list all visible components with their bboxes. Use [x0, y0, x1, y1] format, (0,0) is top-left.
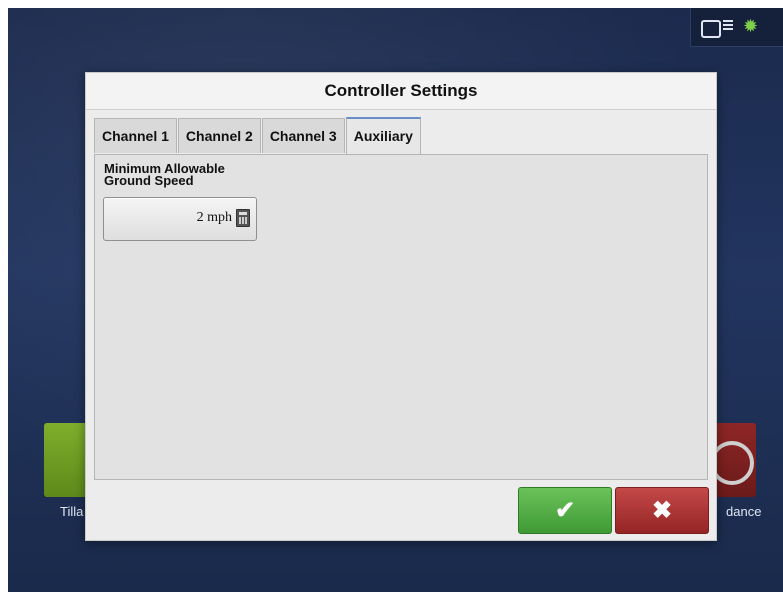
close-icon: ✖	[651, 497, 673, 524]
min-ground-speed-value: 2 mph	[196, 210, 232, 225]
dialog-title: Controller Settings	[86, 73, 716, 110]
tab-bar: Channel 1 Channel 2 Channel 3 Auxiliary	[94, 117, 422, 155]
gps-status-icon	[701, 20, 721, 38]
status-area[interactable]: ✹	[690, 8, 783, 47]
tillage-app-label: Tilla	[60, 504, 84, 519]
calculator-icon	[236, 209, 250, 227]
tab-channel-1[interactable]: Channel 1	[94, 118, 177, 153]
auxiliary-panel: Minimum Allowable Ground Speed 2 mph	[94, 154, 708, 480]
controller-settings-dialog: Controller Settings Channel 1 Channel 2 …	[85, 72, 717, 541]
min-ground-speed-label-line2: Ground Speed	[104, 173, 194, 188]
min-ground-speed-field[interactable]: 2 mph	[103, 197, 257, 241]
signal-bars-icon	[723, 20, 733, 36]
tab-auxiliary[interactable]: Auxiliary	[345, 117, 421, 155]
tab-channel-2[interactable]: Channel 2	[177, 118, 261, 153]
satellite-icon: ✹	[743, 16, 759, 36]
tab-channel-3[interactable]: Channel 3	[261, 118, 345, 153]
checkmark-icon: ✔	[554, 497, 576, 524]
guidance-app-label: dance	[726, 504, 762, 519]
cancel-button[interactable]: ✖	[615, 487, 709, 534]
ok-button[interactable]: ✔	[518, 487, 612, 534]
min-ground-speed-label: Minimum Allowable Ground Speed	[104, 162, 274, 188]
